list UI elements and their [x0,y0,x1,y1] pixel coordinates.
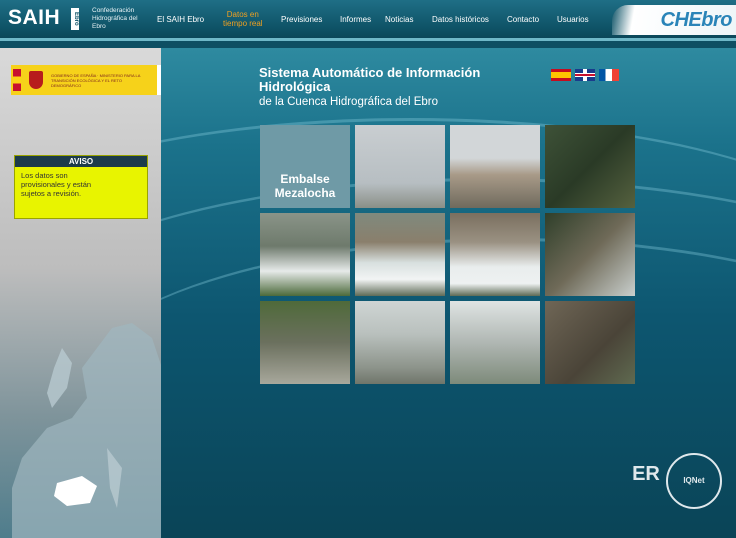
featured-reservoir-tile[interactable]: Embalse Mezalocha [260,125,350,208]
chebro-logo[interactable]: CHEbro [612,5,736,35]
main-content: Sistema Automático de Información Hidrol… [161,48,736,538]
nav-informes[interactable]: Informes [340,0,371,38]
french-flag-icon[interactable] [599,69,619,81]
spanish-flag-icon[interactable] [551,69,571,81]
nav-datos-tiempo-real[interactable]: Datos en tiempo real [223,0,263,38]
photo-tile[interactable] [260,213,350,296]
photo-tile[interactable] [450,301,540,384]
saih-logo-sub: Ebro [71,8,79,30]
nav-previsiones[interactable]: Previsiones [281,0,322,38]
ministry-logo-text: GOBIERNO DE ESPAÑA · MINISTERIO PARA LA … [51,73,141,88]
photo-tile[interactable] [545,213,635,296]
nav-usuarios[interactable]: Usuarios [557,0,589,38]
photo-tile[interactable] [450,125,540,208]
aenor-er-label: ER [632,463,660,485]
nav-noticias[interactable]: Noticias [385,0,413,38]
chebro-logo-text: CHEbro [660,9,733,31]
language-selector [551,69,619,81]
uk-flag-icon[interactable] [575,69,595,81]
page-subtitle: de la Cuenca Hidrográfica del Ebro [259,96,438,108]
notice-box: AVISO Los datos son provisionales y está… [14,155,148,219]
europe-map-icon [12,323,162,538]
photo-tile[interactable] [355,125,445,208]
photo-tile[interactable] [355,301,445,384]
photo-tile[interactable] [450,213,540,296]
ministry-logo[interactable]: GOBIERNO DE ESPAÑA · MINISTERIO PARA LA … [11,65,157,95]
organization-name: Confederación Hidrográfica del Ebro [92,7,138,30]
spain-flag-icon [13,69,21,91]
photo-tile[interactable] [355,213,445,296]
nav-el-saih-ebro[interactable]: El SAIH Ebro [157,0,204,38]
featured-reservoir-label: Embalse Mezalocha [274,172,336,200]
nav-contacto[interactable]: Contacto [507,0,539,38]
nav-datos-historicos[interactable]: Datos históricos [432,0,489,38]
photo-tile[interactable] [545,301,635,384]
coat-of-arms-icon [29,71,43,89]
notice-title: AVISO [15,156,147,167]
left-sidebar: GOBIERNO DE ESPAÑA · MINISTERIO PARA LA … [0,48,235,538]
photo-tile[interactable] [260,301,350,384]
photo-tile[interactable] [545,125,635,208]
top-navigation-bar: SAIH Ebro Confederación Hidrográfica del… [0,0,736,41]
iqnet-certification: IQNet [666,453,722,509]
notice-text: Los datos son provisionales y están suje… [21,171,92,198]
page-title: Sistema Automático de Información Hidrol… [259,65,481,94]
image-mosaic: Embalse Mezalocha [260,125,635,384]
aenor-er-certification: ER [631,453,661,513]
saih-logo[interactable]: SAIH [8,6,60,30]
